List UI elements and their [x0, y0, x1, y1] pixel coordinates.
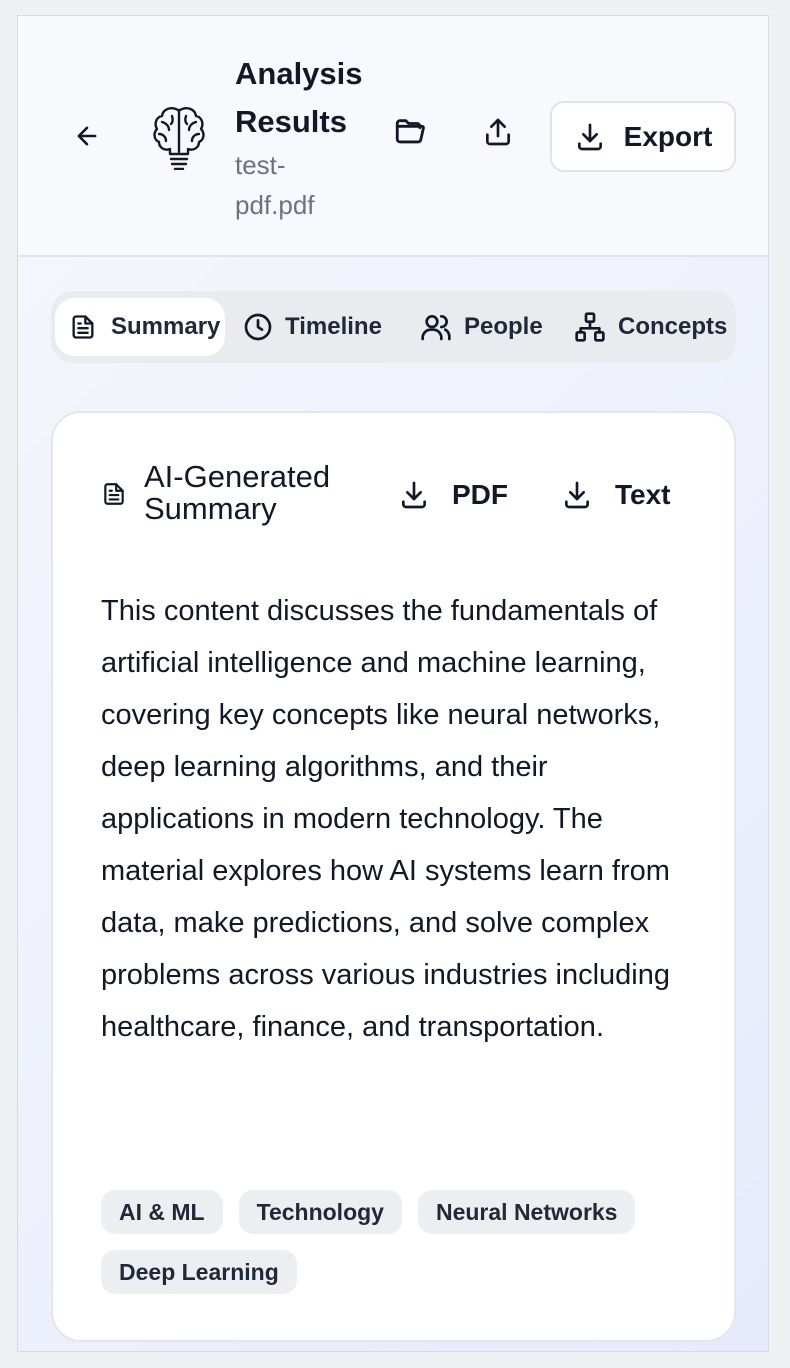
- download-text-button[interactable]: Text: [561, 473, 671, 517]
- tab-people[interactable]: People: [408, 298, 543, 356]
- tab-bar: Summary Timeline People Concepts: [51, 291, 736, 363]
- page-title: Analysis Results: [235, 56, 363, 139]
- text-label: Text: [615, 479, 671, 510]
- download-icon: [565, 481, 589, 509]
- summary-body: This content discusses the fundamentals …: [101, 595, 670, 1043]
- tab-concepts-label: Concepts: [618, 313, 728, 340]
- tag-list: AI & ML Technology Neural Networks Deep …: [101, 1190, 701, 1294]
- share-button[interactable]: [478, 112, 518, 152]
- back-button[interactable]: [70, 119, 104, 153]
- folder-open-icon: [395, 119, 425, 144]
- export-label: Export: [623, 120, 713, 152]
- pdf-label: PDF: [452, 479, 508, 510]
- export-button[interactable]: Export: [550, 101, 736, 172]
- tab-summary-label: Summary: [111, 313, 221, 340]
- card-header: AI-Generated Summary: [101, 461, 351, 533]
- app-frame: Analysis Results test-pdf.pdf Export Sum…: [17, 15, 769, 1352]
- tag-ai-ml[interactable]: AI & ML: [101, 1190, 223, 1234]
- clock-icon: [231, 311, 285, 343]
- tag-deep-learning[interactable]: Deep Learning: [101, 1250, 297, 1294]
- summary-card: AI-Generated Summary PDF Text This conte…: [51, 411, 736, 1342]
- card-title: AI-Generated Summary: [144, 459, 331, 526]
- document-icon: [101, 479, 127, 514]
- open-folder-button[interactable]: [390, 112, 430, 152]
- document-icon: [55, 312, 111, 342]
- arrow-left-icon: [77, 126, 97, 146]
- users-icon: [408, 311, 464, 343]
- download-icon: [402, 481, 426, 509]
- tag-technology[interactable]: Technology: [238, 1190, 402, 1234]
- tab-timeline[interactable]: Timeline: [231, 298, 382, 356]
- download-pdf-button[interactable]: PDF: [398, 473, 508, 517]
- tab-concepts[interactable]: Concepts: [562, 298, 727, 356]
- tab-people-label: People: [464, 313, 543, 340]
- download-icon: [577, 123, 602, 150]
- file-name: test-pdf.pdf: [235, 150, 315, 220]
- upload-share-icon: [486, 118, 510, 146]
- tab-timeline-label: Timeline: [285, 313, 382, 340]
- hierarchy-icon: [562, 311, 618, 343]
- tab-summary[interactable]: Summary: [55, 298, 225, 356]
- header: Analysis Results test-pdf.pdf Export: [18, 16, 768, 257]
- lightbulb-brain-icon: [151, 104, 207, 171]
- tag-neural-networks[interactable]: Neural Networks: [417, 1190, 636, 1234]
